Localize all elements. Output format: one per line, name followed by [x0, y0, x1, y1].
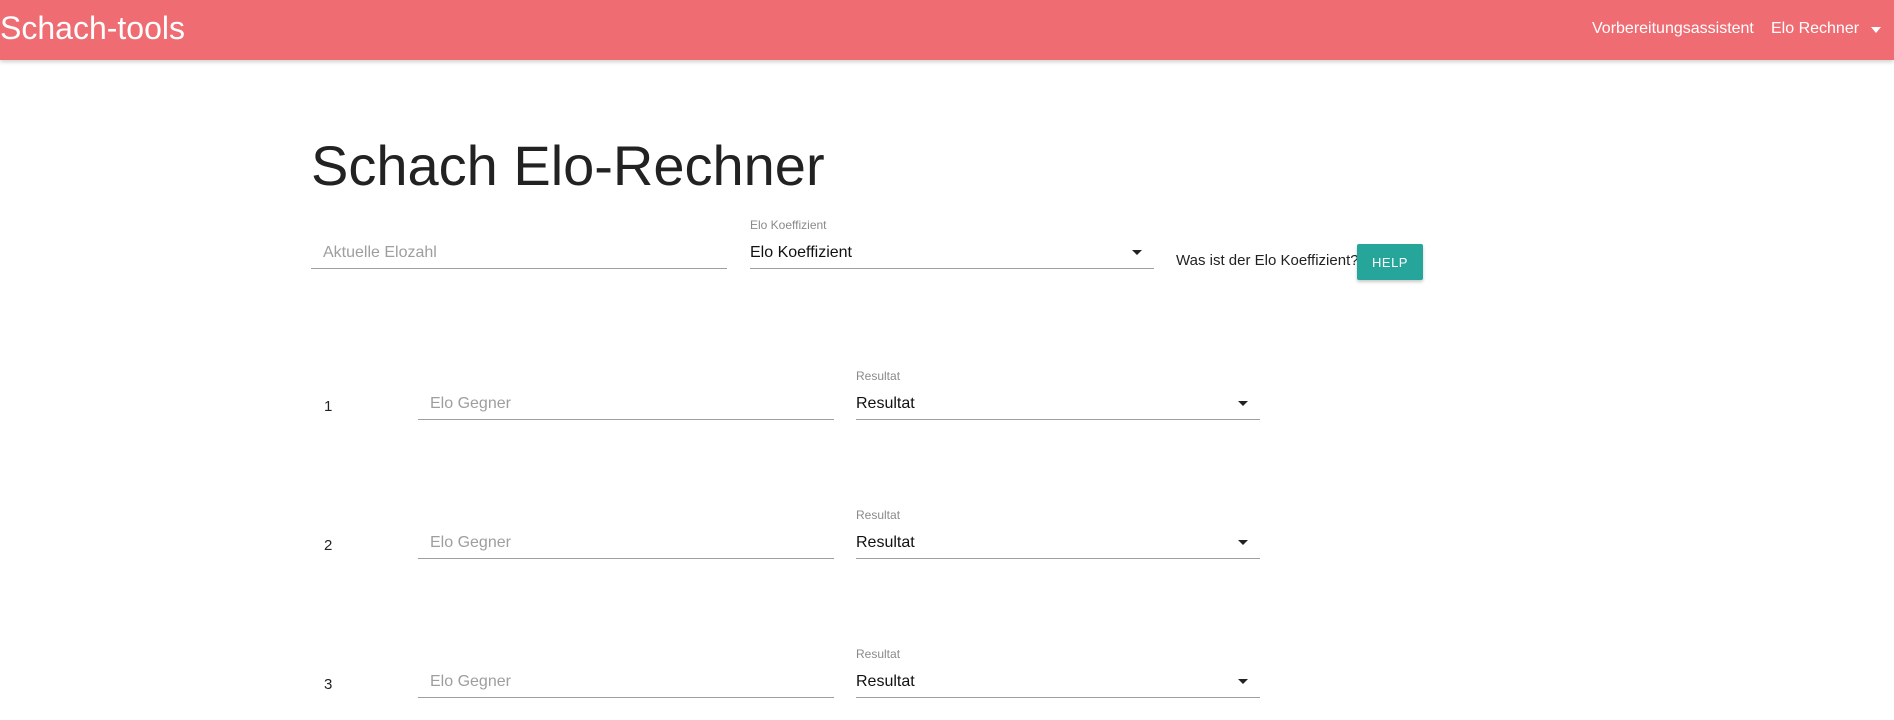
result-label: Resultat: [856, 508, 901, 522]
opponent-elo-field: [418, 666, 834, 698]
opponent-elo-field: [418, 388, 834, 420]
game-row-number: 2: [324, 537, 333, 554]
nav-link-vorbereitungsassistent[interactable]: Vorbereitungsassistent: [1592, 19, 1754, 39]
coefficient-help-text: Was ist der Elo Koeffizient?: [1176, 252, 1359, 269]
result-select[interactable]: Resultat: [856, 527, 1260, 559]
result-label: Resultat: [856, 647, 901, 661]
coefficient-selected-value: Elo Koeffizient: [750, 244, 852, 261]
result-selected-value: Resultat: [856, 673, 915, 690]
opponent-elo-input[interactable]: [430, 527, 834, 558]
result-select[interactable]: Resultat: [856, 388, 1260, 420]
brand-logo[interactable]: Schach-tools: [0, 8, 185, 48]
current-elo-input[interactable]: [323, 237, 727, 268]
help-button[interactable]: HELP: [1357, 244, 1423, 280]
game-row-number: 3: [324, 676, 333, 693]
result-selected-value: Resultat: [856, 395, 915, 412]
opponent-elo-input[interactable]: [430, 388, 834, 419]
result-label: Resultat: [856, 369, 901, 383]
game-row-number: 1: [324, 398, 333, 415]
page-title: Schach Elo-Rechner: [311, 134, 825, 197]
chevron-down-icon: [1132, 250, 1142, 255]
nav-link-elo-rechner[interactable]: Elo Rechner: [1771, 19, 1859, 39]
coefficient-select[interactable]: Elo Koeffizient: [750, 237, 1154, 269]
current-elo-field: [311, 237, 727, 269]
chevron-down-icon: [1238, 401, 1248, 406]
chevron-down-icon: [1238, 540, 1248, 545]
opponent-elo-field: [418, 527, 834, 559]
chevron-down-icon[interactable]: [1871, 27, 1881, 33]
chevron-down-icon: [1238, 679, 1248, 684]
opponent-elo-input[interactable]: [430, 666, 834, 697]
result-selected-value: Resultat: [856, 534, 915, 551]
top-navbar: Schach-tools Vorbereitungsassistent Elo …: [0, 0, 1894, 60]
coefficient-label: Elo Koeffizient: [750, 218, 827, 232]
result-select[interactable]: Resultat: [856, 666, 1260, 698]
